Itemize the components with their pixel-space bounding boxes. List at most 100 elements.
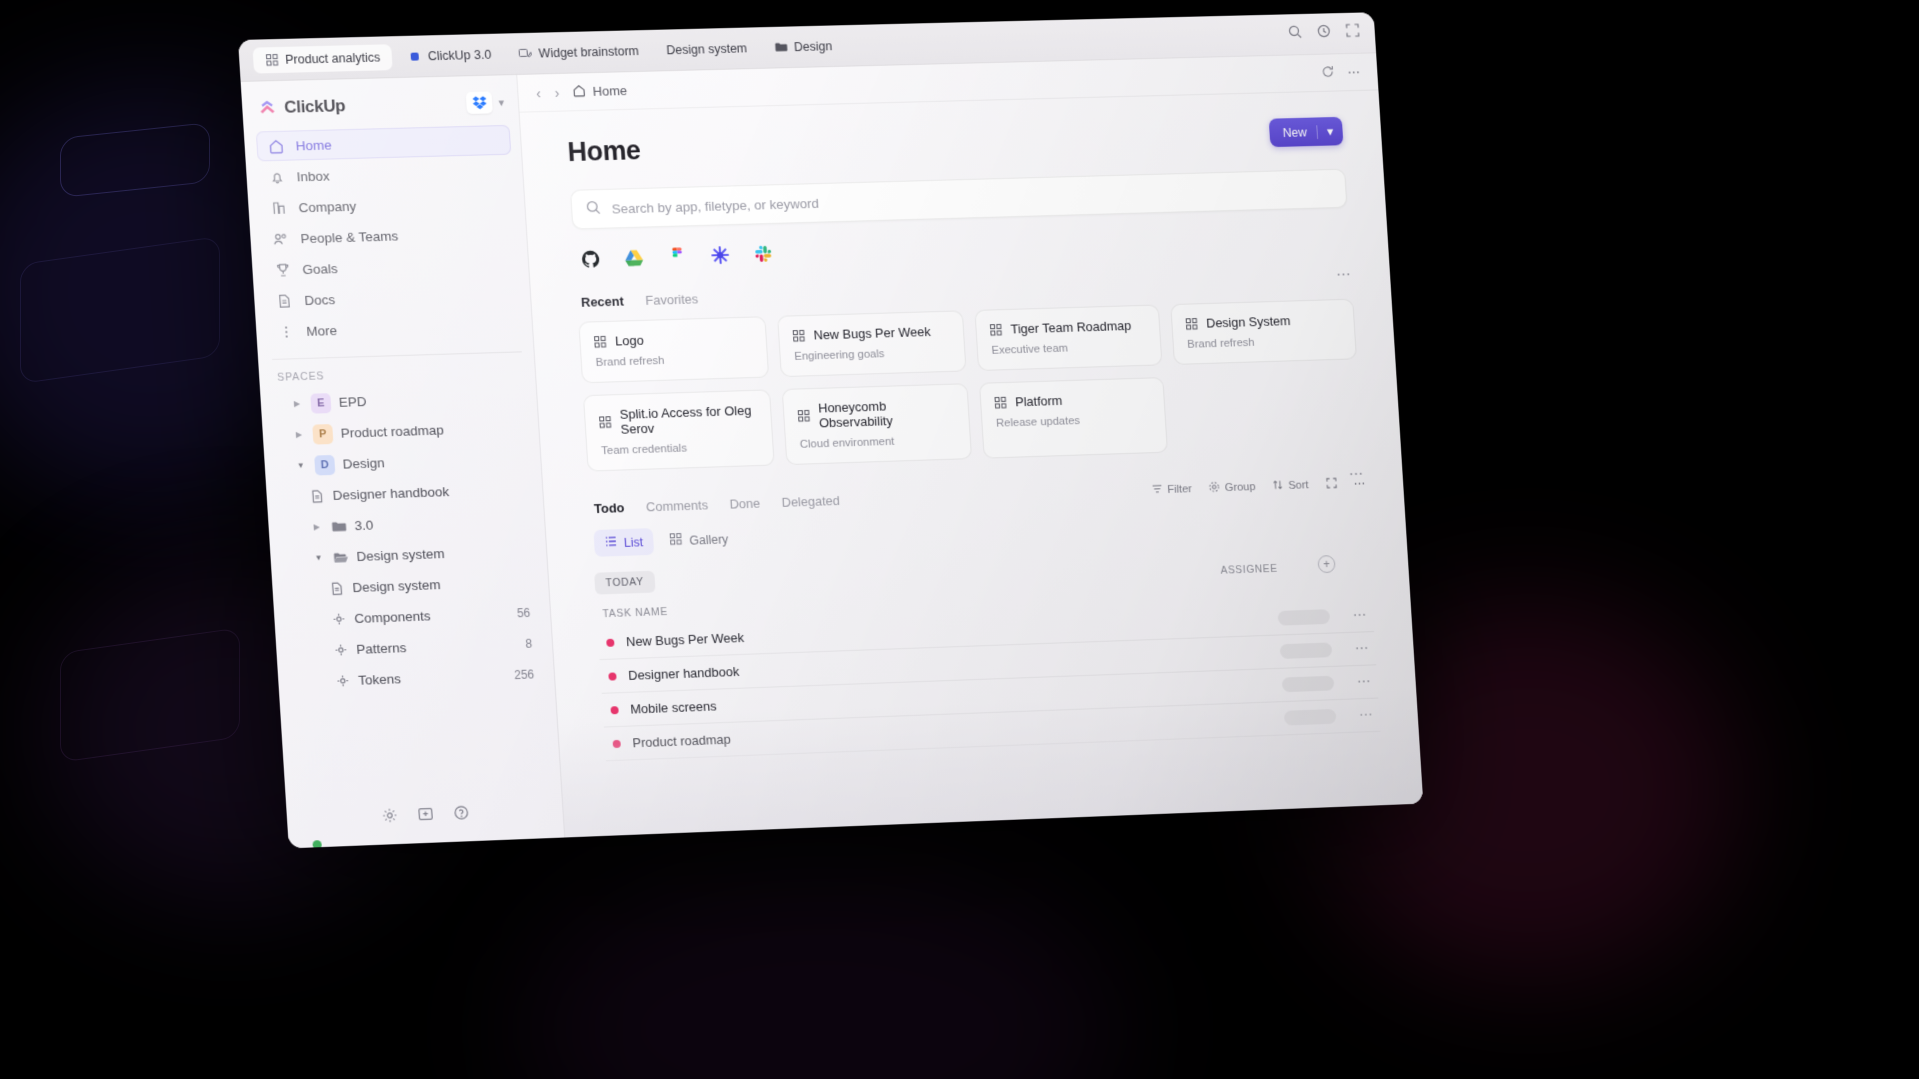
tab-widget-brainstorm[interactable]: Widget brainstorm (506, 37, 651, 66)
sidebar-item-label: Inbox (296, 168, 331, 184)
view-list[interactable]: List (593, 528, 655, 557)
list-icon (605, 535, 618, 550)
gear-icon[interactable] (381, 807, 398, 829)
app-window: Product analytics ClickUp 3.0 Widget bra… (238, 12, 1424, 849)
recent-card[interactable]: Design System Brand refresh (1170, 298, 1357, 365)
page-title: Home (566, 135, 642, 168)
search-input[interactable]: Search by app, filetype, or keyword (569, 168, 1348, 230)
filter-button[interactable]: Filter (1151, 482, 1192, 497)
tree-item-label: Product roadmap (340, 422, 445, 441)
loom-icon[interactable] (710, 245, 731, 265)
breadcrumb-label: Home (592, 83, 628, 99)
assignee-placeholder (1283, 708, 1337, 726)
card-subtitle: Release updates (995, 415, 1081, 430)
card-title: Design System (1205, 313, 1291, 331)
tasks-toolbar: Filter Group Sort ⋯ (1151, 476, 1365, 497)
brand[interactable]: ClickUp ▾ (253, 85, 509, 131)
grid-icon (798, 410, 811, 422)
tab-todo[interactable]: Todo (594, 500, 625, 516)
column-header-assignee: ASSIGNEE (1220, 562, 1279, 577)
group-label: Group (1224, 480, 1256, 494)
list-icon (334, 674, 351, 688)
recent-card[interactable]: Honeycomb Observability Cloud environmen… (781, 383, 973, 466)
tree-item-label: Design (342, 455, 386, 472)
new-button[interactable]: New ▾ (1268, 116, 1344, 148)
row-menu-icon[interactable]: ⋯ (1354, 640, 1369, 657)
template-icon[interactable] (417, 806, 434, 828)
tab-label: Product analytics (284, 49, 381, 67)
breadcrumb[interactable]: Home (573, 83, 628, 100)
divider (1315, 124, 1318, 139)
figma-icon[interactable] (666, 246, 687, 266)
card-title-row: Platform (994, 390, 1150, 410)
back-button[interactable]: ‹ (536, 85, 542, 101)
sidebar-item-label: Company (298, 198, 357, 215)
recent-card[interactable]: Split.io Access for Oleg Serov Team cred… (582, 389, 775, 472)
recent-card[interactable]: Platform Release updates (978, 377, 1168, 459)
tab-delegated[interactable]: Delegated (781, 493, 840, 510)
tasks-widget-menu[interactable]: ⋯ (1348, 464, 1364, 482)
forward-button[interactable]: › (554, 84, 560, 100)
card-title-row: Tiger Team Roadmap (990, 318, 1146, 337)
group-button[interactable]: Group (1209, 480, 1256, 495)
task-name: Designer handbook (627, 663, 740, 683)
search-icon[interactable] (1288, 25, 1303, 44)
tab-clickup-30[interactable]: ClickUp 3.0 (395, 41, 504, 70)
chevron-down-icon[interactable]: ▼ (312, 553, 325, 562)
workspace-switcher[interactable]: ▾ (466, 91, 505, 115)
recent-card[interactable]: New Bugs Per Week Engineering goals (777, 310, 967, 378)
row-menu-icon[interactable]: ⋯ (1352, 607, 1367, 624)
help-icon[interactable] (452, 804, 469, 826)
card-subtitle: Engineering goals (794, 348, 885, 363)
row-menu-icon[interactable]: ⋯ (1357, 673, 1372, 690)
slack-icon[interactable] (753, 244, 774, 264)
google-drive-icon[interactable] (623, 247, 644, 267)
task-name: New Bugs Per Week (625, 630, 745, 650)
tab-favorites[interactable]: Favorites (645, 291, 699, 307)
tab-recent[interactable]: Recent (581, 294, 625, 310)
recent-card[interactable]: Tiger Team Roadmap Executive team (974, 304, 1163, 372)
tree-item-count: 8 (525, 636, 533, 651)
tab-design[interactable]: Design (762, 33, 845, 61)
tab-product-analytics[interactable]: Product analytics (252, 43, 393, 74)
tab-design-system[interactable]: Design system (654, 35, 760, 63)
grid-icon (793, 329, 806, 341)
task-name: Product roadmap (632, 731, 732, 751)
card-title-row: Design System (1186, 312, 1341, 331)
whiteboard-icon (519, 47, 533, 60)
recent-widget-menu[interactable]: ⋯ (1336, 264, 1352, 282)
card-subtitle: Team credentials (600, 442, 688, 458)
online-status-indicator (312, 840, 322, 849)
tab-done[interactable]: Done (729, 496, 760, 512)
chevron-right-icon[interactable]: ▶ (291, 399, 304, 408)
tasks-tabs: Todo Comments Done Delegated (590, 493, 841, 516)
brand-name: ClickUp (283, 96, 346, 117)
history-icon[interactable] (1317, 24, 1332, 43)
view-gallery[interactable]: Gallery (659, 525, 740, 554)
recent-cards: Logo Brand refresh New Bugs Per Week Eng… (578, 298, 1362, 472)
refresh-icon[interactable] (1321, 65, 1334, 81)
ambient-glow (520, 859, 1120, 1079)
grid-icon (599, 416, 612, 428)
app-shortcuts (574, 227, 1350, 269)
chevron-down-icon[interactable]: ▼ (295, 461, 308, 470)
plus-circle-icon[interactable]: + (1317, 555, 1336, 574)
tree-item-label: Designer handbook (332, 484, 450, 503)
view-gallery-label: Gallery (688, 531, 729, 548)
row-meta: ⋯ (1279, 640, 1370, 660)
expand-icon[interactable] (1325, 477, 1336, 491)
chevron-right-icon[interactable]: ▶ (310, 522, 323, 531)
card-subtitle: Executive team (991, 342, 1069, 357)
card-title-row: New Bugs Per Week (793, 324, 950, 344)
recent-card[interactable]: Logo Brand refresh (578, 316, 770, 384)
clickup-logo-icon (258, 99, 277, 117)
sort-button[interactable]: Sort (1272, 478, 1309, 493)
expand-icon[interactable] (1345, 23, 1360, 42)
row-menu-icon[interactable]: ⋯ (1359, 707, 1374, 724)
more-icon[interactable]: ⋯ (1347, 64, 1360, 80)
chevron-right-icon[interactable]: ▶ (293, 430, 306, 439)
github-icon[interactable] (580, 249, 601, 269)
tab-comments[interactable]: Comments (646, 497, 709, 514)
sidebar-item-more[interactable]: More (267, 310, 522, 347)
tasks-widget: ⋯ Todo Comments Done Delegated Filter Gr… (590, 465, 1381, 762)
